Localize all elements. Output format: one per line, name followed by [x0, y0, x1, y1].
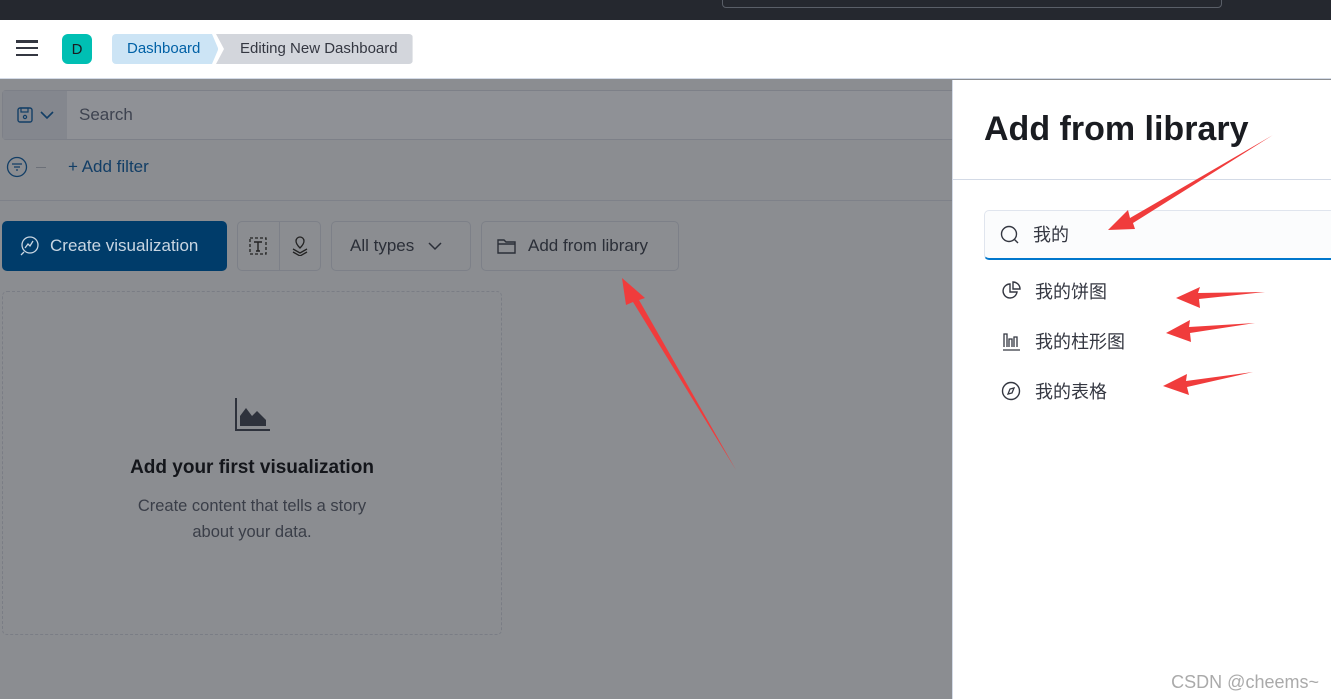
create-visualization-label: Create visualization: [50, 236, 199, 255]
map-layers-icon: [292, 236, 308, 256]
empty-title: Add your first visualization: [130, 457, 374, 478]
library-item[interactable]: 我的柱形图: [1001, 328, 1125, 354]
text-icon: [249, 237, 267, 255]
filter-bar: + Add filter: [6, 156, 149, 178]
area-chart-icon: [235, 398, 270, 431]
flyout-title: Add from library: [984, 110, 1249, 148]
library-search-input[interactable]: [1033, 223, 1313, 244]
dashboard-main: Search + Add filter Create visualization…: [0, 80, 962, 699]
visualize-icon: [20, 236, 39, 256]
add-from-library-label: Add from library: [528, 236, 648, 255]
divider: [953, 179, 1331, 180]
pie-chart-icon: [1002, 281, 1021, 299]
all-types-dropdown[interactable]: All types: [331, 221, 471, 271]
library-item-label: 我的表格: [1035, 382, 1107, 403]
empty-panel: Add your first visualization Create cont…: [2, 291, 502, 635]
search-input[interactable]: Search: [79, 105, 133, 125]
text-tool-button[interactable]: [238, 222, 279, 270]
bar-chart-icon: [1003, 333, 1020, 351]
space-avatar[interactable]: D: [62, 34, 92, 64]
breadcrumb-dashboard[interactable]: Dashboard: [112, 34, 219, 64]
add-filter-button[interactable]: + Add filter: [68, 157, 149, 177]
menu-icon[interactable]: [16, 40, 38, 56]
chevron-down-icon: [428, 242, 442, 251]
save-icon: [17, 107, 33, 123]
search-icon: [1000, 225, 1019, 244]
watermark: CSDN @cheems~: [1171, 672, 1319, 692]
filter-icon[interactable]: [6, 156, 28, 178]
create-visualization-button[interactable]: Create visualization: [2, 221, 227, 271]
compass-icon: [1001, 381, 1021, 401]
empty-description-2: about your data.: [192, 523, 312, 541]
library-item-label: 我的柱形图: [1035, 332, 1125, 353]
maps-tool-button[interactable]: [278, 222, 321, 270]
add-from-library-button[interactable]: Add from library: [481, 221, 679, 271]
library-item[interactable]: 我的饼图: [1001, 278, 1107, 304]
library-search-field[interactable]: [984, 210, 1331, 260]
folder-icon: [497, 239, 516, 254]
top-nav-bar: [0, 0, 1331, 20]
all-types-label: All types: [350, 236, 415, 255]
library-item[interactable]: 我的表格: [1001, 378, 1107, 404]
library-item-label: 我的饼图: [1035, 282, 1107, 303]
add-from-library-flyout: Add from library 我的饼图 我的柱形图 我的表格: [952, 80, 1331, 699]
empty-description: Create content that tells a story: [137, 497, 367, 515]
app-header: D Dashboard Editing New Dashboard: [0, 20, 1331, 79]
query-bar: Search: [2, 90, 962, 140]
global-search[interactable]: [722, 0, 1222, 8]
quick-tools-group: [237, 221, 321, 271]
divider: [36, 166, 46, 168]
breadcrumb-current: Editing New Dashboard: [216, 34, 413, 64]
chevron-down-icon: [40, 111, 54, 120]
divider: [0, 200, 952, 201]
saved-query-button[interactable]: [3, 91, 67, 139]
